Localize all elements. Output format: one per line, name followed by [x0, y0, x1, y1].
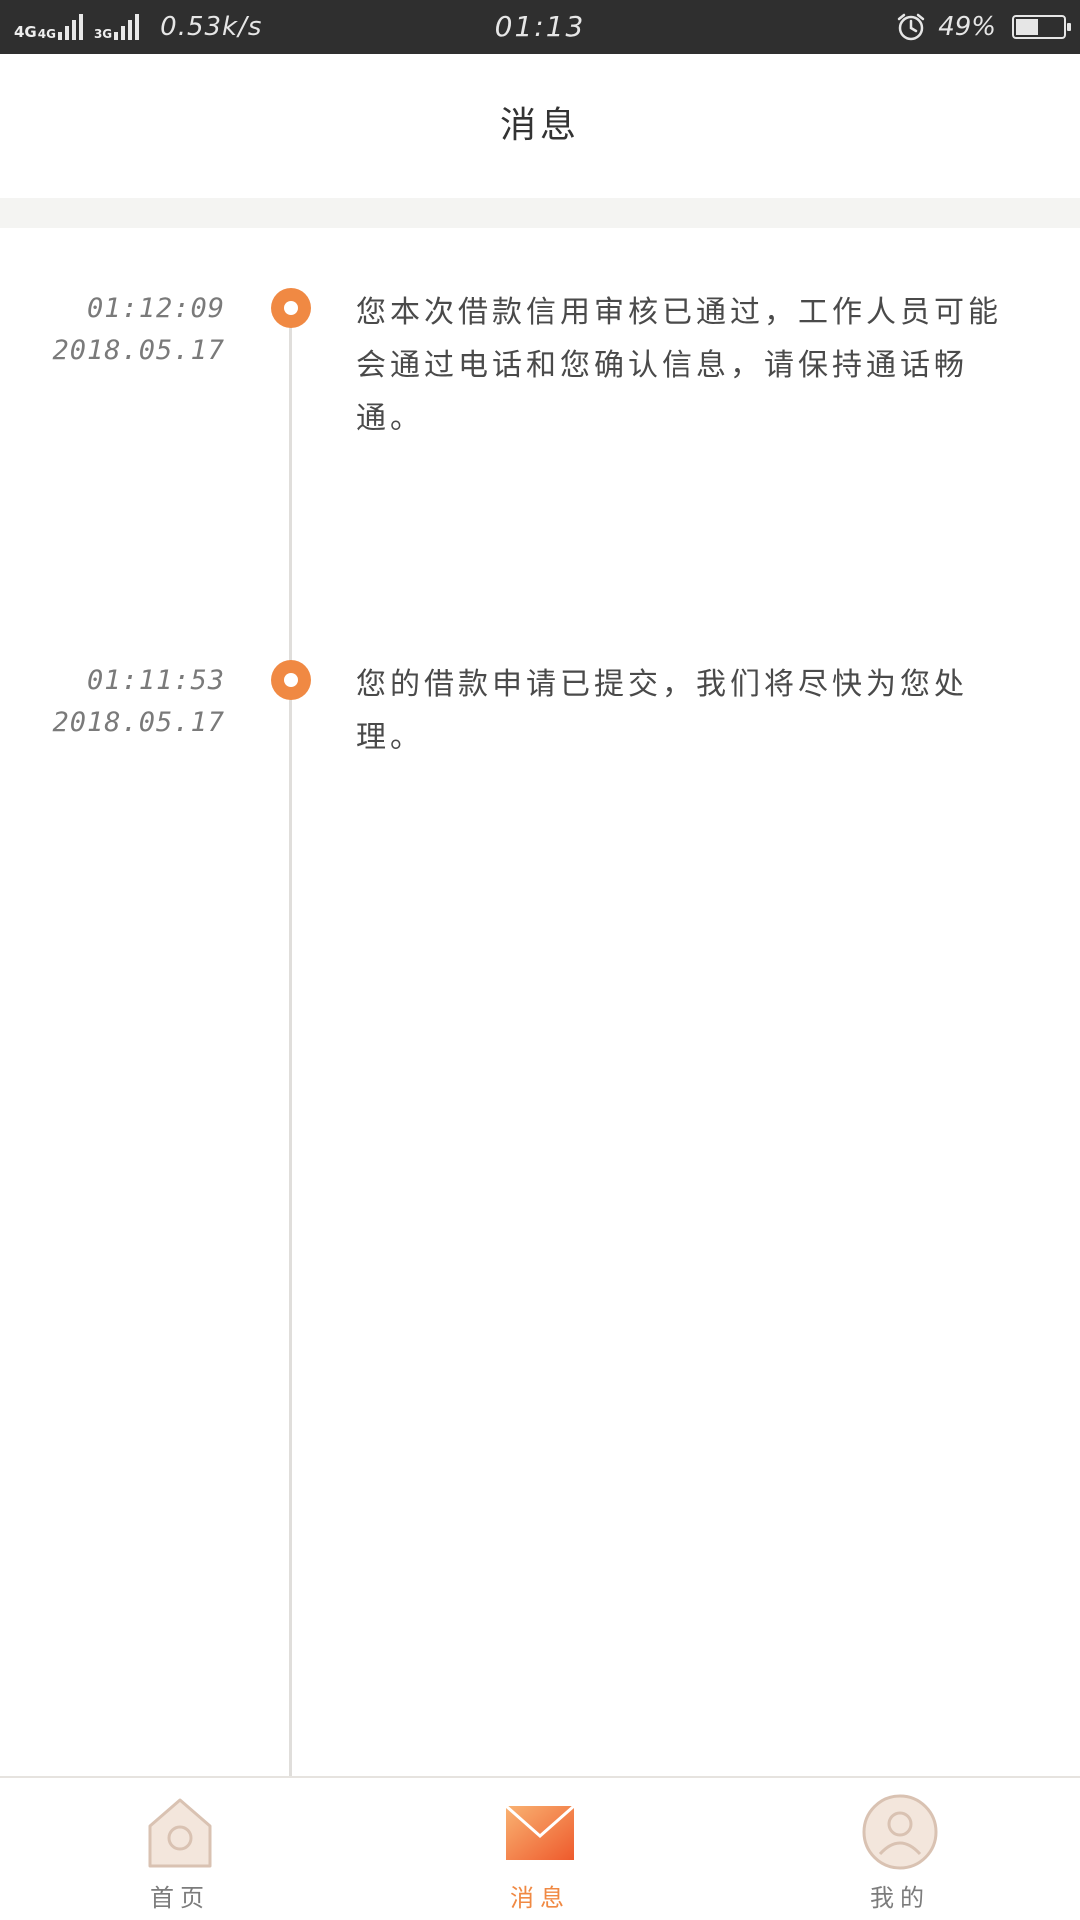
page-title: 消息 — [499, 105, 580, 146]
nav-label-home: 首页 — [150, 1884, 210, 1912]
nav-item-profile[interactable]: 我的 — [720, 1778, 1080, 1920]
home-icon — [148, 1798, 212, 1868]
message-timestamp: 01:12:09 2018.05.17 — [52, 288, 225, 372]
battery-percent: 49% — [938, 12, 996, 42]
message-text: 您本次借款信用审核已通过，工作人员可能会通过电话和您确认信息，请保持通话畅通。 — [356, 295, 1002, 436]
message-timeline[interactable]: 01:12:09 2018.05.17 您本次借款信用审核已通过，工作人员可能会… — [0, 228, 1080, 1776]
message-time: 01:12:09 — [86, 293, 225, 324]
battery-icon — [1012, 15, 1071, 39]
timeline-line — [289, 308, 292, 1776]
message-time: 01:11:53 — [86, 665, 225, 696]
header: 消息 — [0, 54, 1080, 198]
message-date: 2018.05.17 — [52, 707, 225, 738]
status-right: 49% — [896, 0, 1071, 54]
nav-item-messages[interactable]: 消息 — [360, 1778, 720, 1920]
timeline-dot-icon — [271, 660, 311, 700]
nav-label-messages: 消息 — [510, 1884, 570, 1912]
battery-fill — [1016, 19, 1038, 35]
profile-icon — [862, 1794, 938, 1870]
message-timestamp: 01:11:53 2018.05.17 — [52, 660, 225, 744]
bottom-nav: 首页 消息 我的 — [0, 1776, 1080, 1920]
section-divider — [0, 198, 1080, 228]
timeline-dot-icon — [271, 288, 311, 328]
status-bar: 4G 4G 3G 0.53k/s 01:13 49% — [0, 0, 1080, 54]
message-date: 2018.05.17 — [52, 335, 225, 366]
alarm-icon — [897, 13, 925, 41]
nav-label-profile: 我的 — [870, 1884, 930, 1912]
nav-item-home[interactable]: 首页 — [0, 1778, 360, 1920]
message-text: 您的借款申请已提交，我们将尽快为您处理。 — [356, 667, 968, 755]
message-envelope-icon — [505, 1804, 575, 1860]
